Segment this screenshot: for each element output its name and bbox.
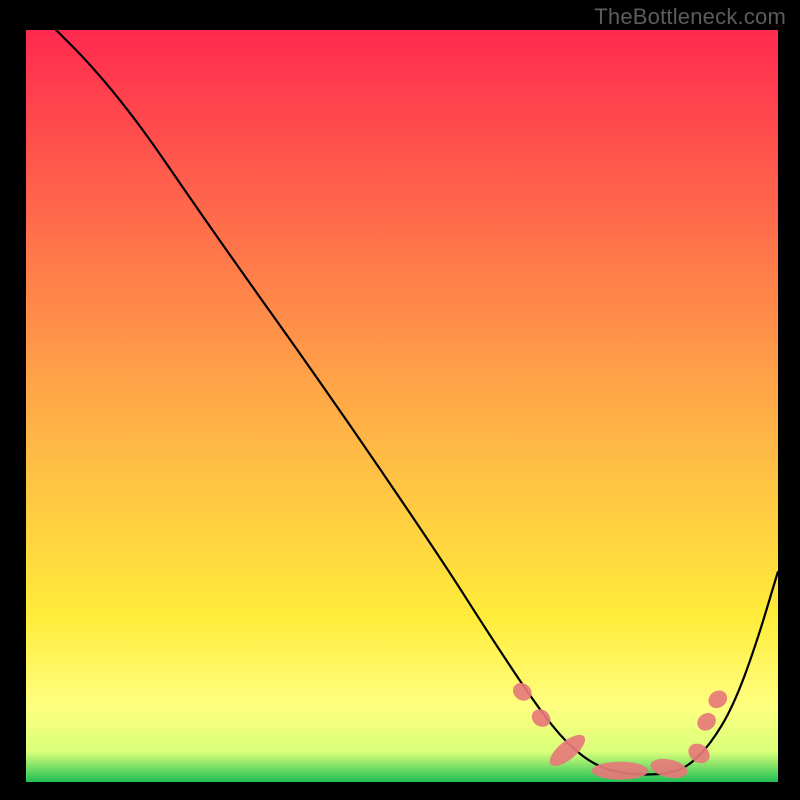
marker-lozenge (592, 762, 648, 780)
chart-plot (26, 30, 778, 782)
watermark-text: TheBottleneck.com (594, 4, 786, 30)
chart-svg (26, 30, 778, 782)
heat-background (26, 30, 778, 782)
stage: TheBottleneck.com (0, 0, 800, 800)
